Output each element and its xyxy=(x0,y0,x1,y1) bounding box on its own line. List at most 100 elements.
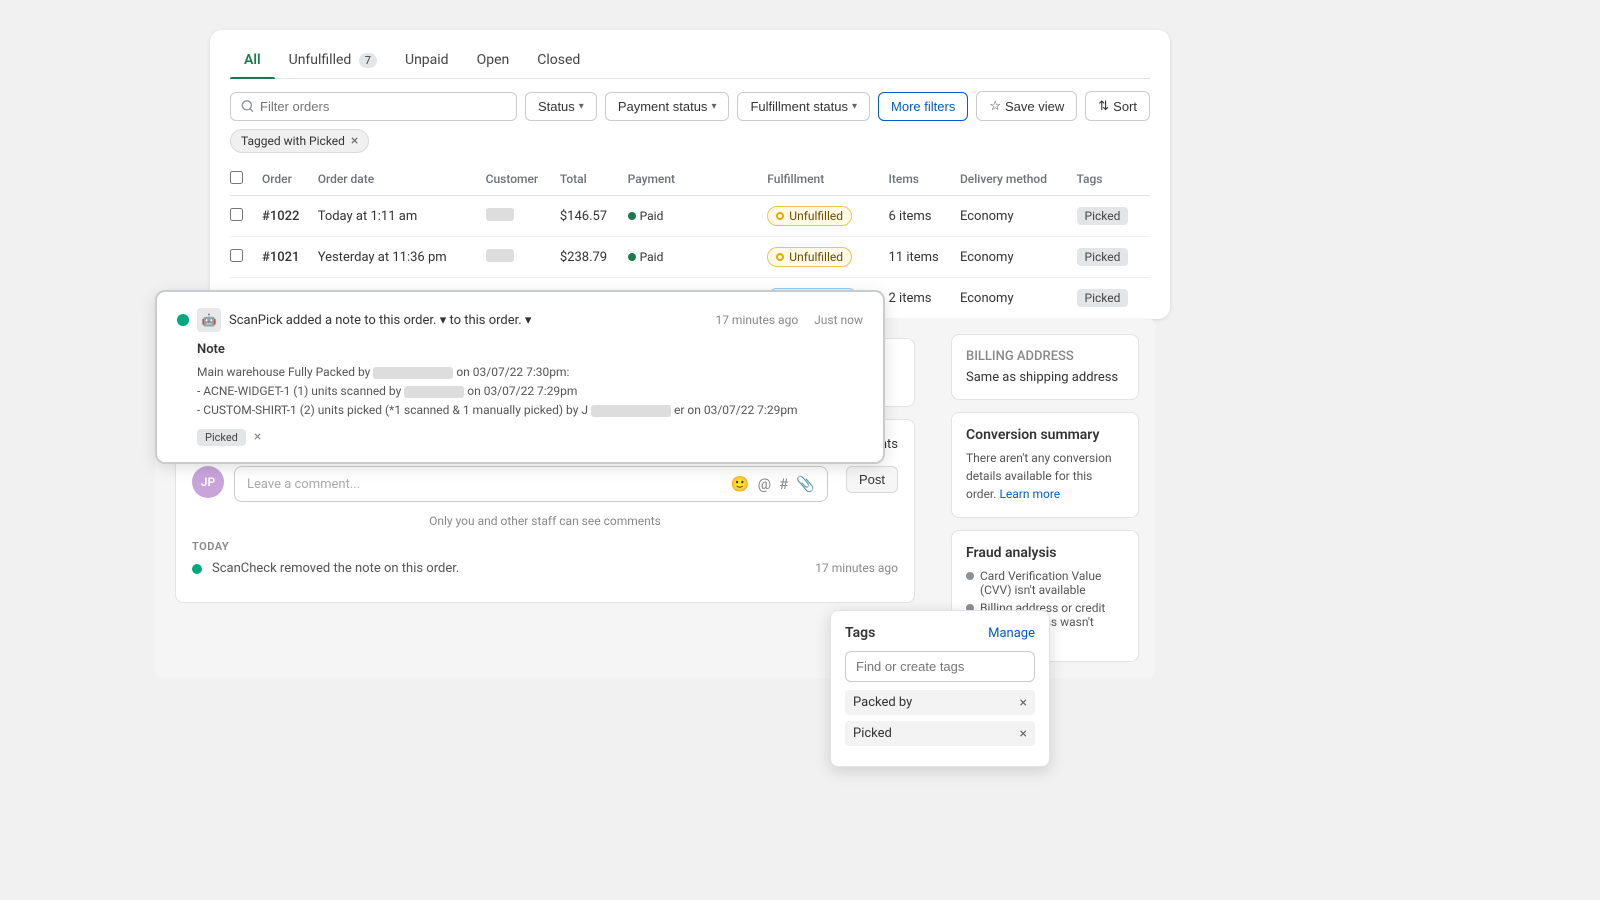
note-time: 17 minutes ago xyxy=(715,313,798,327)
row-checkbox[interactable] xyxy=(230,249,243,262)
emoji-icon[interactable]: 🙂 xyxy=(731,475,750,493)
status-filter-btn[interactable]: Status ▾ xyxy=(525,92,597,121)
blurred-name-2 xyxy=(404,386,464,398)
tag-item-picked: Picked × xyxy=(845,721,1035,746)
fraud-title: Fraud analysis xyxy=(966,545,1124,561)
tags-popup-header: Tags Manage xyxy=(845,625,1035,641)
delivery-method: Economy xyxy=(960,278,1077,319)
billing-title: BILLING ADDRESS xyxy=(966,349,1124,364)
tab-open[interactable]: Open xyxy=(463,42,524,78)
blurred-name-3 xyxy=(591,405,671,417)
comment-input-box[interactable]: Leave a comment... 🙂 @ # 📎 xyxy=(234,466,828,502)
conversion-summary-card: Conversion summary There aren't any conv… xyxy=(951,412,1139,518)
remove-filter-icon[interactable]: × xyxy=(351,133,358,149)
col-order-date: Order date xyxy=(318,163,486,196)
fulfillment-badge: Unfulfilled xyxy=(767,247,852,267)
hashtag-icon[interactable]: # xyxy=(779,475,788,493)
tags-popup: Tags Manage Packed by × Picked × xyxy=(830,610,1050,767)
comment-icons: 🙂 @ # 📎 xyxy=(731,475,815,493)
note-just-now: Just now xyxy=(814,313,863,327)
tags-search-input[interactable] xyxy=(845,651,1035,682)
status-chevron-icon: ▾ xyxy=(579,101,584,112)
col-delivery: Delivery method xyxy=(960,163,1077,196)
delivery-method: Economy xyxy=(960,237,1077,278)
picked-tag: Picked xyxy=(197,429,246,446)
sort-button[interactable]: ⇅ Sort xyxy=(1085,91,1150,121)
customer-name xyxy=(486,196,560,237)
scanpick-icon: 🤖 xyxy=(197,308,221,332)
order-tabs: All Unfulfilled 7 Unpaid Open Closed xyxy=(230,30,1150,79)
more-filters-button[interactable]: More filters xyxy=(878,92,968,121)
search-icon xyxy=(241,99,254,113)
tagged-with-picked-filter[interactable]: Tagged with Picked × xyxy=(230,129,369,153)
blurred-name-1 xyxy=(373,367,453,379)
order-tag: Picked xyxy=(1077,196,1151,237)
order-number[interactable]: #1021 xyxy=(262,237,318,278)
comment-placeholder: Leave a comment... xyxy=(247,477,360,492)
col-payment: Payment xyxy=(628,163,768,196)
payment-chevron-icon: ▾ xyxy=(711,101,716,112)
fulfillment-status: Unfulfilled xyxy=(767,237,888,278)
save-view-button[interactable]: ☆ Save view xyxy=(976,91,1077,121)
order-tag: Picked xyxy=(1077,278,1151,319)
tab-unfulfilled[interactable]: Unfulfilled 7 xyxy=(275,42,391,78)
table-row[interactable]: #1022 Today at 1:11 am $146.57 Paid Unfu… xyxy=(230,196,1150,237)
fulfillment-chevron-icon: ▾ xyxy=(852,101,857,112)
note-dot xyxy=(177,314,189,326)
payment-status: Paid xyxy=(628,196,768,237)
bullet-icon xyxy=(966,572,974,580)
order-date: Today at 1:11 am xyxy=(318,196,486,237)
scancheck-event: ScanCheck removed the note on this order… xyxy=(192,561,898,576)
note-text: Main warehouse Fully Packed by on 03/07/… xyxy=(197,363,863,421)
order-total: $146.57 xyxy=(560,196,628,237)
mention-icon[interactable]: @ xyxy=(758,475,771,493)
remove-packed-by-tag[interactable]: × xyxy=(1020,696,1027,710)
tab-closed[interactable]: Closed xyxy=(523,42,594,78)
item-count: 11 items xyxy=(889,237,960,278)
timeline-events: TODAY ScanCheck removed the note on this… xyxy=(192,540,898,576)
remove-tag-button[interactable]: × xyxy=(254,429,261,445)
note-footer: Picked × xyxy=(197,429,863,446)
tab-all[interactable]: All xyxy=(230,42,275,78)
table-row[interactable]: #1021 Yesterday at 11:36 pm $238.79 Paid… xyxy=(230,237,1150,278)
tab-unpaid[interactable]: Unpaid xyxy=(391,42,463,78)
billing-value: Same as shipping address xyxy=(966,370,1124,385)
comments-privacy-note: Only you and other staff can see comment… xyxy=(192,514,898,528)
orders-toolbar: Status ▾ Payment status ▾ Fulfillment st… xyxy=(230,79,1150,129)
col-order: Order xyxy=(262,163,318,196)
payment-badge: Paid xyxy=(628,250,664,264)
timeline-dot xyxy=(192,564,202,574)
post-button[interactable]: Post xyxy=(846,466,898,493)
note-meta: ScanPick added a note to this order. ▾ t… xyxy=(229,313,707,328)
col-fulfillment: Fulfillment xyxy=(767,163,888,196)
payment-badge: Paid xyxy=(628,209,664,223)
fulfillment-badge: Unfulfilled xyxy=(767,206,852,226)
col-tags: Tags xyxy=(1077,163,1151,196)
sort-icon: ⇅ xyxy=(1098,98,1109,114)
row-checkbox[interactable] xyxy=(230,208,243,221)
conversion-text: There aren't any conversion details avai… xyxy=(966,449,1124,503)
attachment-icon[interactable]: 📎 xyxy=(796,475,815,493)
fulfillment-status: Unfulfilled xyxy=(767,196,888,237)
search-box[interactable] xyxy=(230,92,517,121)
col-total: Total xyxy=(560,163,628,196)
order-date: Yesterday at 11:36 pm xyxy=(318,237,486,278)
payment-status-filter-btn[interactable]: Payment status ▾ xyxy=(605,92,730,121)
customer-name xyxy=(486,237,560,278)
search-input[interactable] xyxy=(260,99,506,114)
order-number[interactable]: #1022 xyxy=(262,196,318,237)
delivery-method: Economy xyxy=(960,196,1077,237)
manage-tags-link[interactable]: Manage xyxy=(988,626,1035,641)
learn-more-link[interactable]: Learn more xyxy=(999,487,1060,501)
user-avatar: JP xyxy=(192,466,224,498)
item-count: 6 items xyxy=(889,196,960,237)
fraud-item-1: Card Verification Value (CVV) isn't avai… xyxy=(966,569,1124,597)
col-items: Items xyxy=(889,163,960,196)
note-title: Note xyxy=(197,342,863,357)
order-tag: Picked xyxy=(1077,237,1151,278)
payment-status: Paid xyxy=(628,237,768,278)
conversion-title: Conversion summary xyxy=(966,427,1124,443)
remove-picked-tag[interactable]: × xyxy=(1020,727,1027,741)
select-all-checkbox[interactable] xyxy=(230,171,243,184)
fulfillment-status-filter-btn[interactable]: Fulfillment status ▾ xyxy=(737,92,870,121)
